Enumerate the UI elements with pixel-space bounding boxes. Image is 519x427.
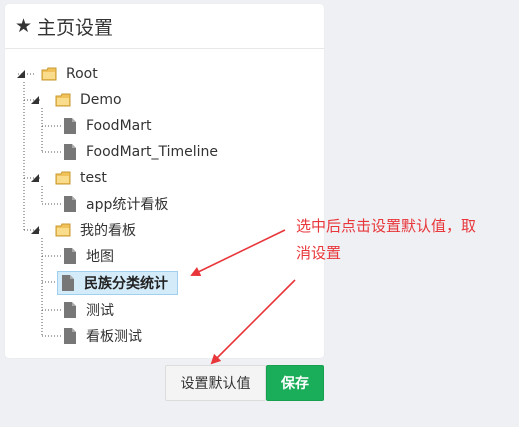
tree-node-label: test xyxy=(80,170,107,186)
panel-header: ★ 主页设置 xyxy=(5,4,324,49)
file-icon xyxy=(63,302,77,318)
tree-node-label: 看板测试 xyxy=(86,329,142,345)
tree-node-foodmart-timeline[interactable]: FoodMart_Timeline xyxy=(63,141,221,163)
save-button[interactable]: 保存 xyxy=(266,365,324,401)
file-icon xyxy=(63,248,77,264)
star-icon: ★ xyxy=(15,14,33,37)
tree-node-board-test[interactable]: 看板测试 xyxy=(63,325,145,347)
tree-node-my-boards[interactable]: 我的看板 xyxy=(31,219,139,241)
collapse-caret-icon[interactable] xyxy=(17,70,25,78)
annotation-note: 选中后点击设置默认值，取 消设置 xyxy=(296,213,518,267)
tree-node-map[interactable]: 地图 xyxy=(63,245,117,267)
tree-node-label: 测试 xyxy=(86,303,114,319)
tree-node-label: 地图 xyxy=(86,249,114,265)
folder-icon xyxy=(55,223,71,237)
tree-node-demo[interactable]: Demo xyxy=(31,89,125,111)
file-icon xyxy=(63,328,77,344)
selected-highlight: 民族分类统计 xyxy=(57,271,178,295)
tree-node-ceshi[interactable]: 测试 xyxy=(63,299,117,321)
folder-icon xyxy=(55,171,71,185)
collapse-caret-icon[interactable] xyxy=(31,96,39,104)
file-icon xyxy=(63,196,77,212)
tree-node-label: 民族分类统计 xyxy=(84,276,168,292)
folder-icon xyxy=(41,67,57,81)
tree-node-label: FoodMart_Timeline xyxy=(86,144,219,160)
tree-node-label: Root xyxy=(66,66,98,82)
file-icon xyxy=(63,144,77,160)
tree-node-label: app统计看板 xyxy=(86,197,169,213)
tree-node-test[interactable]: test xyxy=(31,167,110,189)
file-icon xyxy=(63,118,77,134)
collapse-caret-icon[interactable] xyxy=(31,174,39,182)
tree-node-foodmart[interactable]: FoodMart xyxy=(63,115,154,137)
home-settings-panel: ★ 主页设置 Root Demo FoodMart FoodMart_Timel… xyxy=(5,4,324,358)
annotation-line-2: 消设置 xyxy=(296,244,342,262)
tree-node-label: FoodMart xyxy=(86,118,152,134)
set-default-button[interactable]: 设置默认值 xyxy=(165,365,266,401)
collapse-caret-icon[interactable] xyxy=(31,226,39,234)
file-icon xyxy=(61,275,75,291)
tree-node-label: 我的看板 xyxy=(80,223,136,239)
tree-node-root[interactable]: Root xyxy=(17,63,101,85)
tree-node-ethnic-stats[interactable]: 民族分类统计 xyxy=(57,270,178,296)
folder-icon xyxy=(55,93,71,107)
panel-title: 主页设置 xyxy=(37,16,114,39)
annotation-line-1: 选中后点击设置默认值，取 xyxy=(296,217,477,235)
tree-node-label: Demo xyxy=(80,92,122,108)
tree-node-app-board[interactable]: app统计看板 xyxy=(63,193,171,215)
